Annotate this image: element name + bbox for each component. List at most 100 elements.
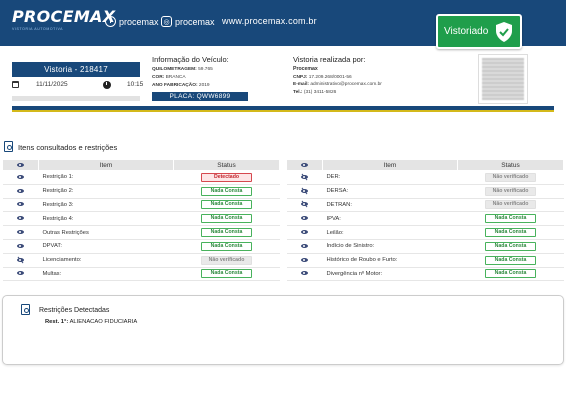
eye-icon[interactable] bbox=[301, 271, 308, 276]
item-cell: Multas: bbox=[38, 267, 174, 282]
status-cell: Não verificado bbox=[173, 253, 280, 268]
eye-icon[interactable] bbox=[17, 271, 24, 276]
table-row: DERSA: Não verificado bbox=[286, 184, 564, 199]
eye-cell bbox=[2, 211, 39, 227]
email-label: E-mail: bbox=[293, 82, 309, 87]
status-cell: Não verificado bbox=[457, 198, 564, 213]
procemax-logo[interactable]: PROCEMAX VISTORIA AUTOMOTIVA bbox=[12, 7, 116, 35]
status-cell: Nada Consta bbox=[173, 239, 280, 254]
status-cell: Não verificado bbox=[457, 184, 564, 199]
items-section-header: Itens consultados e restrições bbox=[4, 141, 117, 153]
eye-cell bbox=[286, 198, 323, 213]
eye-icon[interactable] bbox=[17, 174, 24, 179]
table-row: DER: Não verificado bbox=[286, 170, 564, 185]
eye-cell bbox=[286, 211, 323, 227]
item-cell: Restrição 3: bbox=[38, 198, 174, 213]
item-cell: Indício de Sinistro: bbox=[322, 239, 458, 254]
status-column-header: Status bbox=[457, 159, 564, 171]
status-badge: Não verificado bbox=[485, 172, 536, 182]
status-badge: Nada Consta bbox=[485, 214, 536, 224]
qr-code bbox=[478, 54, 528, 104]
item-cell: Licenciamento: bbox=[38, 253, 174, 268]
vistoria-date: 11/11/2025 bbox=[36, 81, 68, 88]
eye-cell bbox=[2, 198, 39, 213]
year-row: ANO FABRICAÇÃO: 2019 bbox=[152, 82, 248, 90]
status-cell: Nada Consta bbox=[173, 184, 280, 199]
eye-slash-icon[interactable] bbox=[17, 257, 24, 262]
item-cell: DETRAN: bbox=[322, 198, 458, 213]
status-cell: Nada Consta bbox=[173, 211, 280, 227]
eye-slash-icon[interactable] bbox=[301, 188, 308, 193]
color-value: BRANCA bbox=[165, 75, 186, 80]
restrictions-header: Restrições Detectadas bbox=[21, 304, 109, 316]
company-name: Procemax bbox=[293, 66, 318, 72]
eye-slash-icon[interactable] bbox=[301, 202, 308, 207]
item-column-header: Item bbox=[322, 159, 458, 171]
eye-cell bbox=[286, 239, 323, 254]
facebook-handle: procemax bbox=[119, 16, 159, 27]
table-row: Licenciamento: Não verificado bbox=[2, 253, 280, 268]
status-cell: Nada Consta bbox=[173, 225, 280, 240]
table-row: Restrição 1: Detectado bbox=[2, 170, 280, 185]
restriction-label: Rest. 1°: bbox=[45, 319, 69, 325]
qr-code-image bbox=[482, 58, 524, 100]
logo-text: PROCEMAX bbox=[12, 7, 116, 26]
eye-icon[interactable] bbox=[301, 230, 308, 235]
cnpj-row: CNPJ: 17.209.268/0001-56 bbox=[293, 74, 382, 82]
eye-cell bbox=[2, 184, 39, 199]
item-cell: DPVAT: bbox=[38, 239, 174, 254]
year-value: 2019 bbox=[198, 83, 210, 88]
status-cell: Não verificado bbox=[457, 170, 564, 185]
status-cell: Nada Consta bbox=[457, 253, 564, 268]
eye-cell bbox=[2, 225, 39, 240]
table-row: DPVAT: Nada Consta bbox=[2, 239, 280, 254]
facebook-link[interactable]: f procemax bbox=[105, 16, 159, 27]
eye-cell bbox=[286, 225, 323, 240]
status-cell: Detectado bbox=[173, 170, 280, 185]
item-column-header: Item bbox=[38, 159, 174, 171]
restrictions-card: Restrições Detectadas Rest. 1°: ALIENACA… bbox=[2, 295, 564, 365]
eye-cell bbox=[286, 267, 323, 282]
eye-icon[interactable] bbox=[17, 216, 24, 221]
table-row: Histórico de Roubo e Furto: Nada Consta bbox=[286, 253, 564, 268]
restriction-value: ALIENACAO FIDUCIARIA bbox=[69, 319, 138, 325]
eye-icon[interactable] bbox=[17, 243, 24, 248]
document-search-icon bbox=[4, 141, 15, 153]
vistoria-number: Vistoria - 218417 bbox=[12, 62, 140, 77]
table-row: Restrição 3: Nada Consta bbox=[2, 198, 280, 213]
eye-cell bbox=[2, 170, 39, 185]
mileage-value: 59.765 bbox=[198, 67, 213, 72]
phone-row: Tel.: (31) 3411-5826 bbox=[293, 89, 382, 97]
eye-icon[interactable] bbox=[301, 216, 308, 221]
status-badge: Não verificado bbox=[201, 255, 252, 265]
table-row: Restrição 4: Nada Consta bbox=[2, 211, 280, 227]
status-badge: Nada Consta bbox=[201, 214, 252, 224]
eye-icon[interactable] bbox=[17, 230, 24, 235]
eye-icon[interactable] bbox=[17, 202, 24, 207]
email-value[interactable]: administrativo@procemax.com.br bbox=[310, 82, 382, 87]
plate-value: QWW6899 bbox=[196, 93, 231, 100]
eye-slash-icon[interactable] bbox=[301, 174, 308, 179]
badge-label: Vistoriado bbox=[444, 26, 489, 37]
eye-cell bbox=[286, 253, 323, 268]
status-cell: Nada Consta bbox=[457, 225, 564, 240]
plate-badge: PLACA: QWW6899 bbox=[152, 92, 248, 101]
instagram-link[interactable]: ◎ procemax bbox=[161, 16, 215, 27]
eye-icon[interactable] bbox=[301, 243, 308, 248]
email-row: E-mail: administrativo@procemax.com.br bbox=[293, 81, 382, 89]
instagram-icon: ◎ bbox=[161, 16, 172, 27]
website-link[interactable]: www.procemax.com.br bbox=[222, 16, 317, 26]
items-table-left-body: Restrição 1: Detectado Restrição 2: Nada Co… bbox=[2, 170, 280, 282]
vistoria-date-row bbox=[12, 81, 23, 88]
status-cell: Nada Consta bbox=[173, 267, 280, 282]
cnpj-value: 17.209.268/0001-56 bbox=[308, 74, 352, 80]
eye-icon[interactable] bbox=[301, 257, 308, 262]
eye-icon[interactable] bbox=[17, 188, 24, 193]
document-search-icon bbox=[21, 304, 32, 316]
items-table-right: Item Status DER: Não verificado DERSA: Não … bbox=[286, 159, 564, 282]
status-badge: Nada Consta bbox=[485, 228, 536, 238]
status-badge: Não verificado bbox=[485, 200, 536, 210]
table-row: Restrição 2: Nada Consta bbox=[2, 184, 280, 199]
restrictions-title: Restrições Detectadas bbox=[39, 306, 110, 314]
plate-label: PLACA: bbox=[169, 93, 195, 100]
